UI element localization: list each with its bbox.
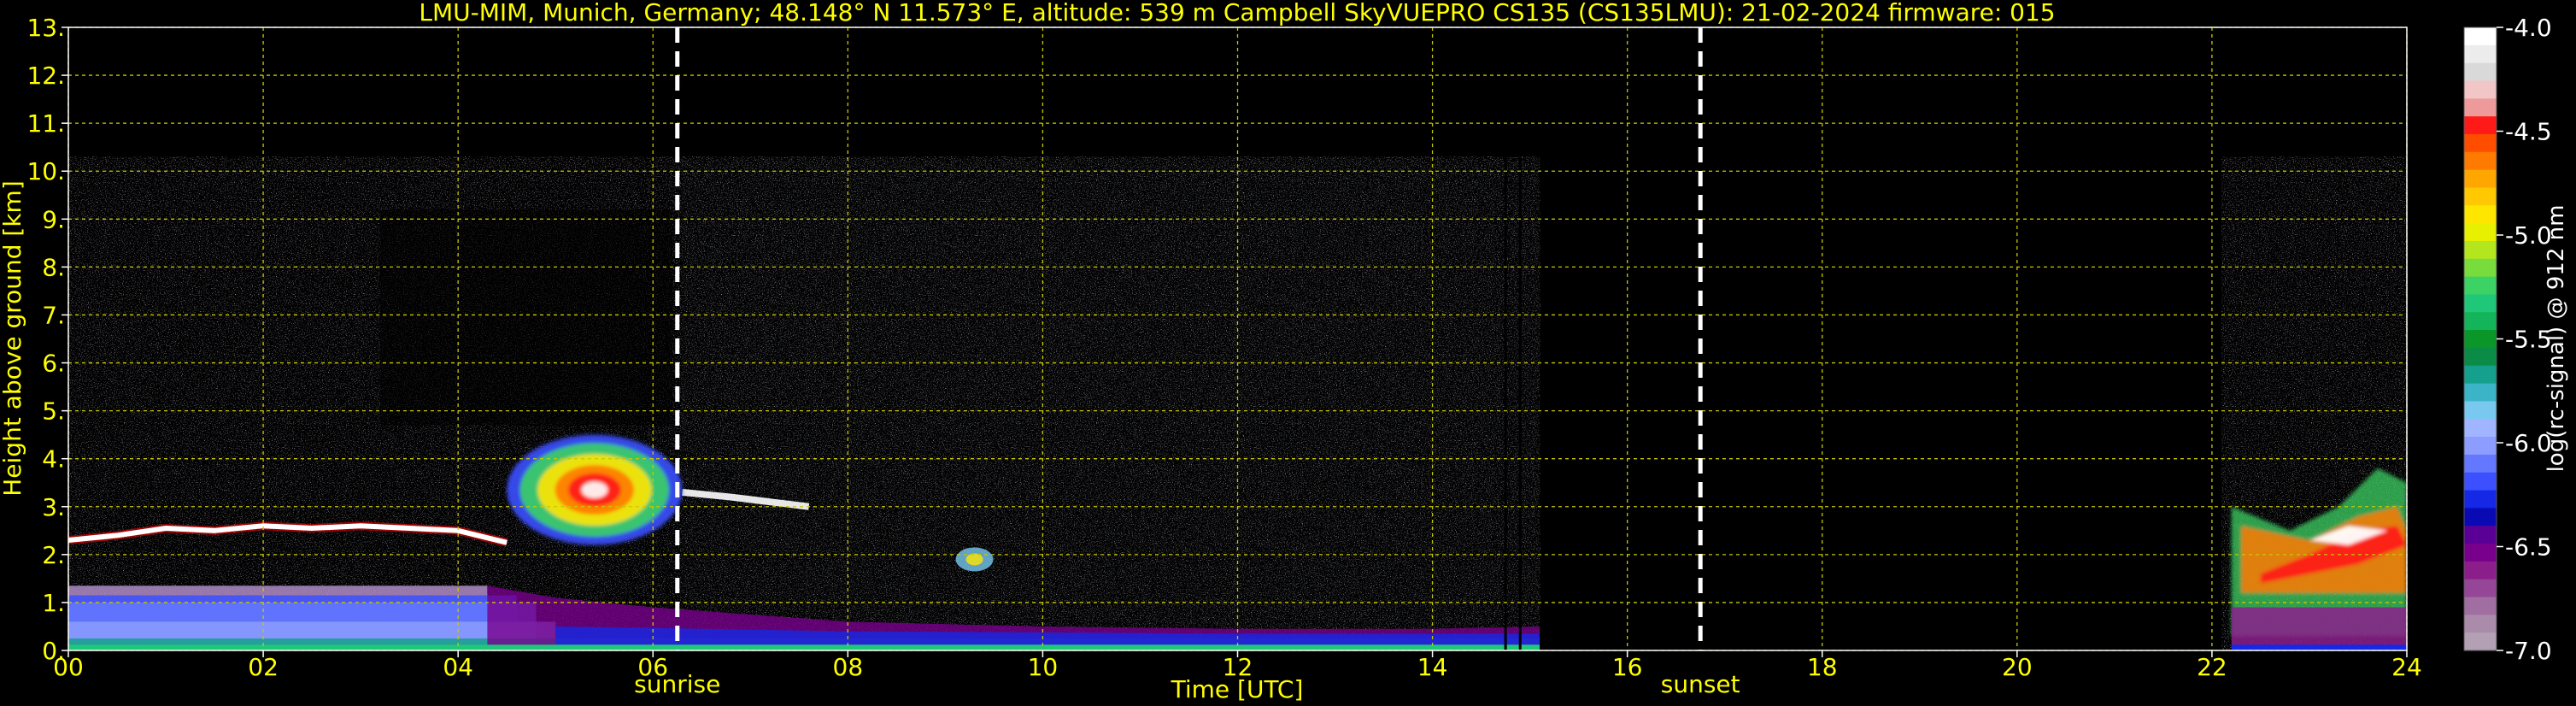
colorbar: -4.0-4.5-5.0-5.5-6.0-6.5-7.0 bbox=[2463, 14, 2552, 665]
colorbar-segment bbox=[2464, 454, 2497, 474]
colorbar-label: log(rc-signal) @ 912 nm bbox=[2544, 205, 2569, 473]
colorbar-segment bbox=[2464, 223, 2497, 242]
colorbar-segment bbox=[2464, 187, 2497, 206]
y-axis: 0. 1. 2. 3. 4. 5. 6. 7. 8. 9. 10. 11. 12. 13. bbox=[26, 14, 68, 665]
x-tick-label: 18 bbox=[1807, 653, 1838, 681]
cloud-morning bbox=[507, 434, 683, 545]
surface-layer bbox=[2231, 644, 2407, 650]
colorbar-segment bbox=[2464, 544, 2497, 562]
colorbar-segment bbox=[2464, 294, 2497, 313]
colorbar-segment bbox=[2464, 365, 2497, 385]
colorbar-segment bbox=[2464, 508, 2497, 527]
colorbar-segment bbox=[2464, 116, 2497, 135]
y-tick-label: 5. bbox=[42, 397, 65, 426]
colorbar-segment bbox=[2464, 615, 2497, 633]
surface-layer bbox=[68, 644, 1540, 650]
colorbar-segment bbox=[2464, 401, 2497, 420]
colorbar-segment bbox=[2464, 561, 2497, 580]
chart-title: LMU-MIM, Munich, Germany; 48.148° N 11.5… bbox=[419, 0, 2055, 26]
colorbar-segment bbox=[2464, 169, 2497, 189]
colorbar-segment bbox=[2464, 205, 2497, 224]
colorbar-segment bbox=[2464, 62, 2497, 82]
x-tick-label: 22 bbox=[2197, 653, 2227, 681]
x-tick-label: 14 bbox=[1417, 653, 1448, 681]
colorbar-segment bbox=[2464, 151, 2497, 171]
colorbar-tick-label: -7.0 bbox=[2505, 637, 2552, 665]
colorbar-tick-label: -4.5 bbox=[2505, 118, 2552, 146]
y-tick-label: 0. bbox=[42, 637, 65, 665]
x-tick-label: 06 bbox=[637, 653, 668, 681]
colorbar-segment bbox=[2464, 80, 2497, 99]
colorbar-segment bbox=[2464, 597, 2497, 615]
colorbar-segment bbox=[2464, 258, 2497, 278]
x-tick-label: 24 bbox=[2391, 653, 2422, 681]
cloud-core bbox=[581, 481, 608, 498]
y-tick-label: 2. bbox=[42, 541, 65, 569]
x-tick-label: 02 bbox=[248, 653, 279, 681]
colorbar-segment bbox=[2464, 133, 2497, 153]
x-tick-label: 10 bbox=[1028, 653, 1059, 681]
y-tick-label: 9. bbox=[42, 205, 65, 233]
y-tick-label: 3. bbox=[42, 493, 65, 521]
y-tick-label: 12. bbox=[26, 62, 65, 90]
x-tick-label: 16 bbox=[1612, 653, 1643, 681]
y-axis-label: Height above ground [km] bbox=[0, 180, 26, 497]
colorbar-segment bbox=[2464, 312, 2497, 331]
colorbar-tick-label: -6.5 bbox=[2505, 533, 2552, 562]
y-tick-label: 1. bbox=[42, 589, 65, 617]
y-tick-label: 4. bbox=[42, 445, 65, 474]
colorbar-segment bbox=[2464, 383, 2497, 402]
cloud-small-core bbox=[965, 553, 983, 566]
colorbar-segment bbox=[2464, 240, 2497, 260]
colorbar-segment bbox=[2464, 579, 2497, 598]
colorbar-segment bbox=[2464, 98, 2497, 117]
y-tick-label: 13. bbox=[26, 14, 65, 42]
y-tick-label: 7. bbox=[42, 301, 65, 329]
colorbar-segment bbox=[2464, 27, 2497, 46]
colorbar-segment bbox=[2464, 472, 2497, 491]
colorbar-segment bbox=[2464, 330, 2497, 349]
y-tick-label: 10. bbox=[26, 157, 65, 185]
noise-field bbox=[682, 156, 1540, 650]
sunset-label: sunset bbox=[1661, 670, 1740, 698]
x-axis-label: Time [UTC] bbox=[1171, 675, 1304, 703]
aerosol-layer bbox=[2231, 607, 2407, 649]
colorbar-segment bbox=[2464, 490, 2497, 509]
colorbar-segment bbox=[2464, 276, 2497, 296]
x-tick-label: 04 bbox=[443, 653, 473, 681]
colorbar-segment bbox=[2464, 44, 2497, 64]
colorbar-segment bbox=[2464, 347, 2497, 367]
y-tick-label: 6. bbox=[42, 350, 65, 378]
colorbar-segment bbox=[2464, 526, 2497, 544]
colorbar-segment bbox=[2464, 437, 2497, 456]
y-tick-label: 11. bbox=[26, 109, 65, 138]
colorbar-tick-label: -4.0 bbox=[2505, 14, 2552, 42]
x-tick-label: 08 bbox=[833, 653, 864, 681]
x-tick-label: 20 bbox=[2002, 653, 2033, 681]
ceilometer-chart: sunrise sunset 00 02 04 06 08 10 12 14 16 18 20 22 24… bbox=[0, 0, 2569, 703]
quiet-region bbox=[379, 209, 673, 426]
y-tick-label: 8. bbox=[42, 253, 65, 281]
colorbar-segment bbox=[2464, 632, 2497, 651]
colorbar-segment bbox=[2464, 419, 2497, 438]
